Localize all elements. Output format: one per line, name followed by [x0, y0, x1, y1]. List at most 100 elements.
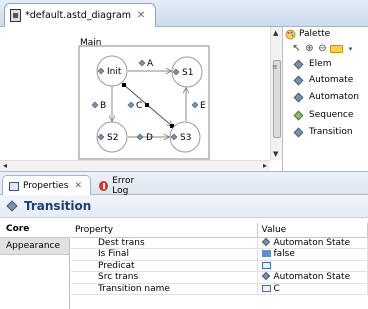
diagram-file-icon	[10, 9, 21, 22]
state-label: Init	[107, 67, 122, 77]
diagram-editor: *default.astd_diagram ✕ Main A B C D E I…	[0, 0, 368, 171]
property-name: Transition name	[71, 283, 258, 295]
tab-properties[interactable]: Properties ✕	[2, 175, 91, 196]
selection-title: Transition	[24, 199, 92, 213]
scroll-up-icon[interactable]: ▲	[273, 29, 278, 37]
property-value-cell[interactable]: Automaton State	[257, 237, 368, 249]
select-arrow-icon[interactable]: ↖	[291, 43, 302, 54]
table-header-row: Property Value	[71, 223, 368, 238]
property-value: Automaton State	[273, 237, 351, 248]
scroll-left-icon[interactable]: ◂	[3, 161, 7, 170]
selection-handle[interactable]	[145, 103, 149, 107]
table-row[interactable]: Src trans Automaton State	[71, 271, 368, 284]
column-header-property[interactable]: Property	[71, 223, 258, 238]
property-value-cell[interactable]: false	[257, 248, 368, 261]
table-row[interactable]: Is Final false	[71, 248, 368, 261]
property-table: Property Value Dest trans Automaton State…	[71, 223, 368, 295]
property-value-cell[interactable]	[257, 260, 368, 272]
column-header-value[interactable]: Value	[257, 223, 368, 238]
palette-item-sequence[interactable]: Sequence	[283, 106, 368, 124]
folder-icon[interactable]	[330, 44, 343, 53]
property-value-cell[interactable]: Automaton State	[257, 271, 368, 284]
state-node-init[interactable]: Init	[96, 55, 128, 87]
scroll-thumb[interactable]	[273, 60, 281, 138]
reference-icon	[261, 272, 270, 281]
scroll-down-icon[interactable]: ▼	[273, 150, 278, 158]
transition-icon	[6, 200, 18, 212]
tab-error-log[interactable]: Error Log	[93, 175, 156, 196]
selection-handle[interactable]	[122, 83, 126, 87]
reference-icon	[261, 237, 270, 246]
property-categories: Core Appearance	[0, 221, 70, 309]
transition-e-label: E	[200, 101, 206, 111]
editor-tab-bar: *default.astd_diagram ✕	[0, 0, 368, 27]
palette-item-automate[interactable]: Automate	[283, 72, 368, 88]
properties-view: Properties ✕ Error Log Transition Core A…	[0, 171, 368, 309]
properties-icon	[9, 181, 19, 191]
property-name: Is Final	[71, 248, 258, 261]
palette-icon	[285, 29, 296, 40]
state-node-s3[interactable]: S3	[169, 121, 201, 153]
palette-item-automaton[interactable]: Automaton	[283, 88, 368, 106]
palette-title: Palette	[299, 29, 331, 39]
category-core[interactable]: Core	[0, 221, 70, 238]
property-value: C	[273, 283, 280, 294]
text-value-icon	[261, 284, 271, 292]
close-icon[interactable]: ✕	[137, 10, 145, 21]
view-tab-bar: Properties ✕ Error Log	[0, 171, 368, 196]
table-row[interactable]: Predicat	[71, 260, 368, 272]
transition-a-label: A	[147, 59, 154, 69]
category-appearance[interactable]: Appearance	[0, 238, 70, 255]
category-filler	[0, 255, 70, 309]
palette-item-elem[interactable]: Elem	[283, 56, 368, 72]
state-node-s1[interactable]: S1	[171, 56, 203, 88]
palette-item-label: Elem	[309, 59, 332, 69]
error-log-icon	[99, 180, 109, 191]
palette-item-icon	[293, 127, 304, 137]
close-icon[interactable]: ✕	[74, 181, 82, 191]
palette-item-icon	[293, 110, 304, 120]
palette-header[interactable]: Palette	[283, 27, 368, 41]
state-label: S3	[180, 133, 191, 143]
tab-error-log-label: Error Log	[112, 175, 135, 196]
palette-toolbar: ↖ ⊕ ⊖ ▾	[283, 41, 368, 56]
grip-icon: ≡	[272, 63, 278, 71]
palette-item-transition[interactable]: Transition	[283, 124, 368, 140]
main-container-label: Main	[80, 38, 102, 48]
horizontal-scrollbar[interactable]: ◂ ▸	[0, 160, 270, 171]
scroll-right-icon[interactable]: ▸	[263, 161, 267, 170]
property-name: Dest trans	[71, 237, 258, 249]
palette-item-label: Sequence	[309, 110, 354, 120]
property-name: Src trans	[71, 271, 258, 284]
transition-d-label: D	[146, 133, 153, 143]
editor-tab[interactable]: *default.astd_diagram ✕	[4, 3, 156, 27]
tab-properties-label: Properties	[23, 181, 69, 191]
palette-item-label: Automate	[309, 75, 354, 85]
palette-item-label: Automaton	[309, 92, 359, 102]
palette: Palette ↖ ⊕ ⊖ ▾ Elem Automate Automaton Seq…	[282, 27, 368, 171]
palette-item-icon	[293, 75, 304, 85]
selection-title-bar: Transition	[0, 195, 368, 218]
palette-item-icon	[293, 59, 304, 69]
property-value: Automaton State	[273, 272, 351, 283]
diagram-canvas[interactable]: Main A B C D E Init S1 S2 S3	[0, 27, 270, 160]
table-row[interactable]: Dest trans Automaton State	[71, 237, 368, 249]
boolean-icon	[261, 250, 271, 258]
table-row[interactable]: Transition name C	[71, 283, 368, 295]
property-name: Predicat	[71, 260, 258, 272]
property-value: false	[273, 249, 295, 260]
state-node-s2[interactable]: S2	[96, 121, 128, 153]
transition-c-label: C	[136, 101, 142, 111]
chevron-down-icon[interactable]: ▾	[345, 45, 356, 53]
zoom-out-icon[interactable]: ⊖	[317, 43, 328, 54]
palette-item-label: Transition	[309, 127, 353, 137]
transition-b-label: B	[100, 101, 106, 111]
state-label: S1	[182, 68, 193, 78]
editor-tab-title: *default.astd_diagram	[25, 10, 131, 21]
text-value-icon	[261, 261, 271, 269]
state-label: S2	[107, 133, 118, 143]
vertical-scrollbar[interactable]: ▲ ≡ ▼	[270, 27, 282, 160]
property-value-cell[interactable]: C	[257, 283, 368, 295]
palette-item-icon	[293, 92, 304, 102]
zoom-in-icon[interactable]: ⊕	[304, 43, 315, 54]
